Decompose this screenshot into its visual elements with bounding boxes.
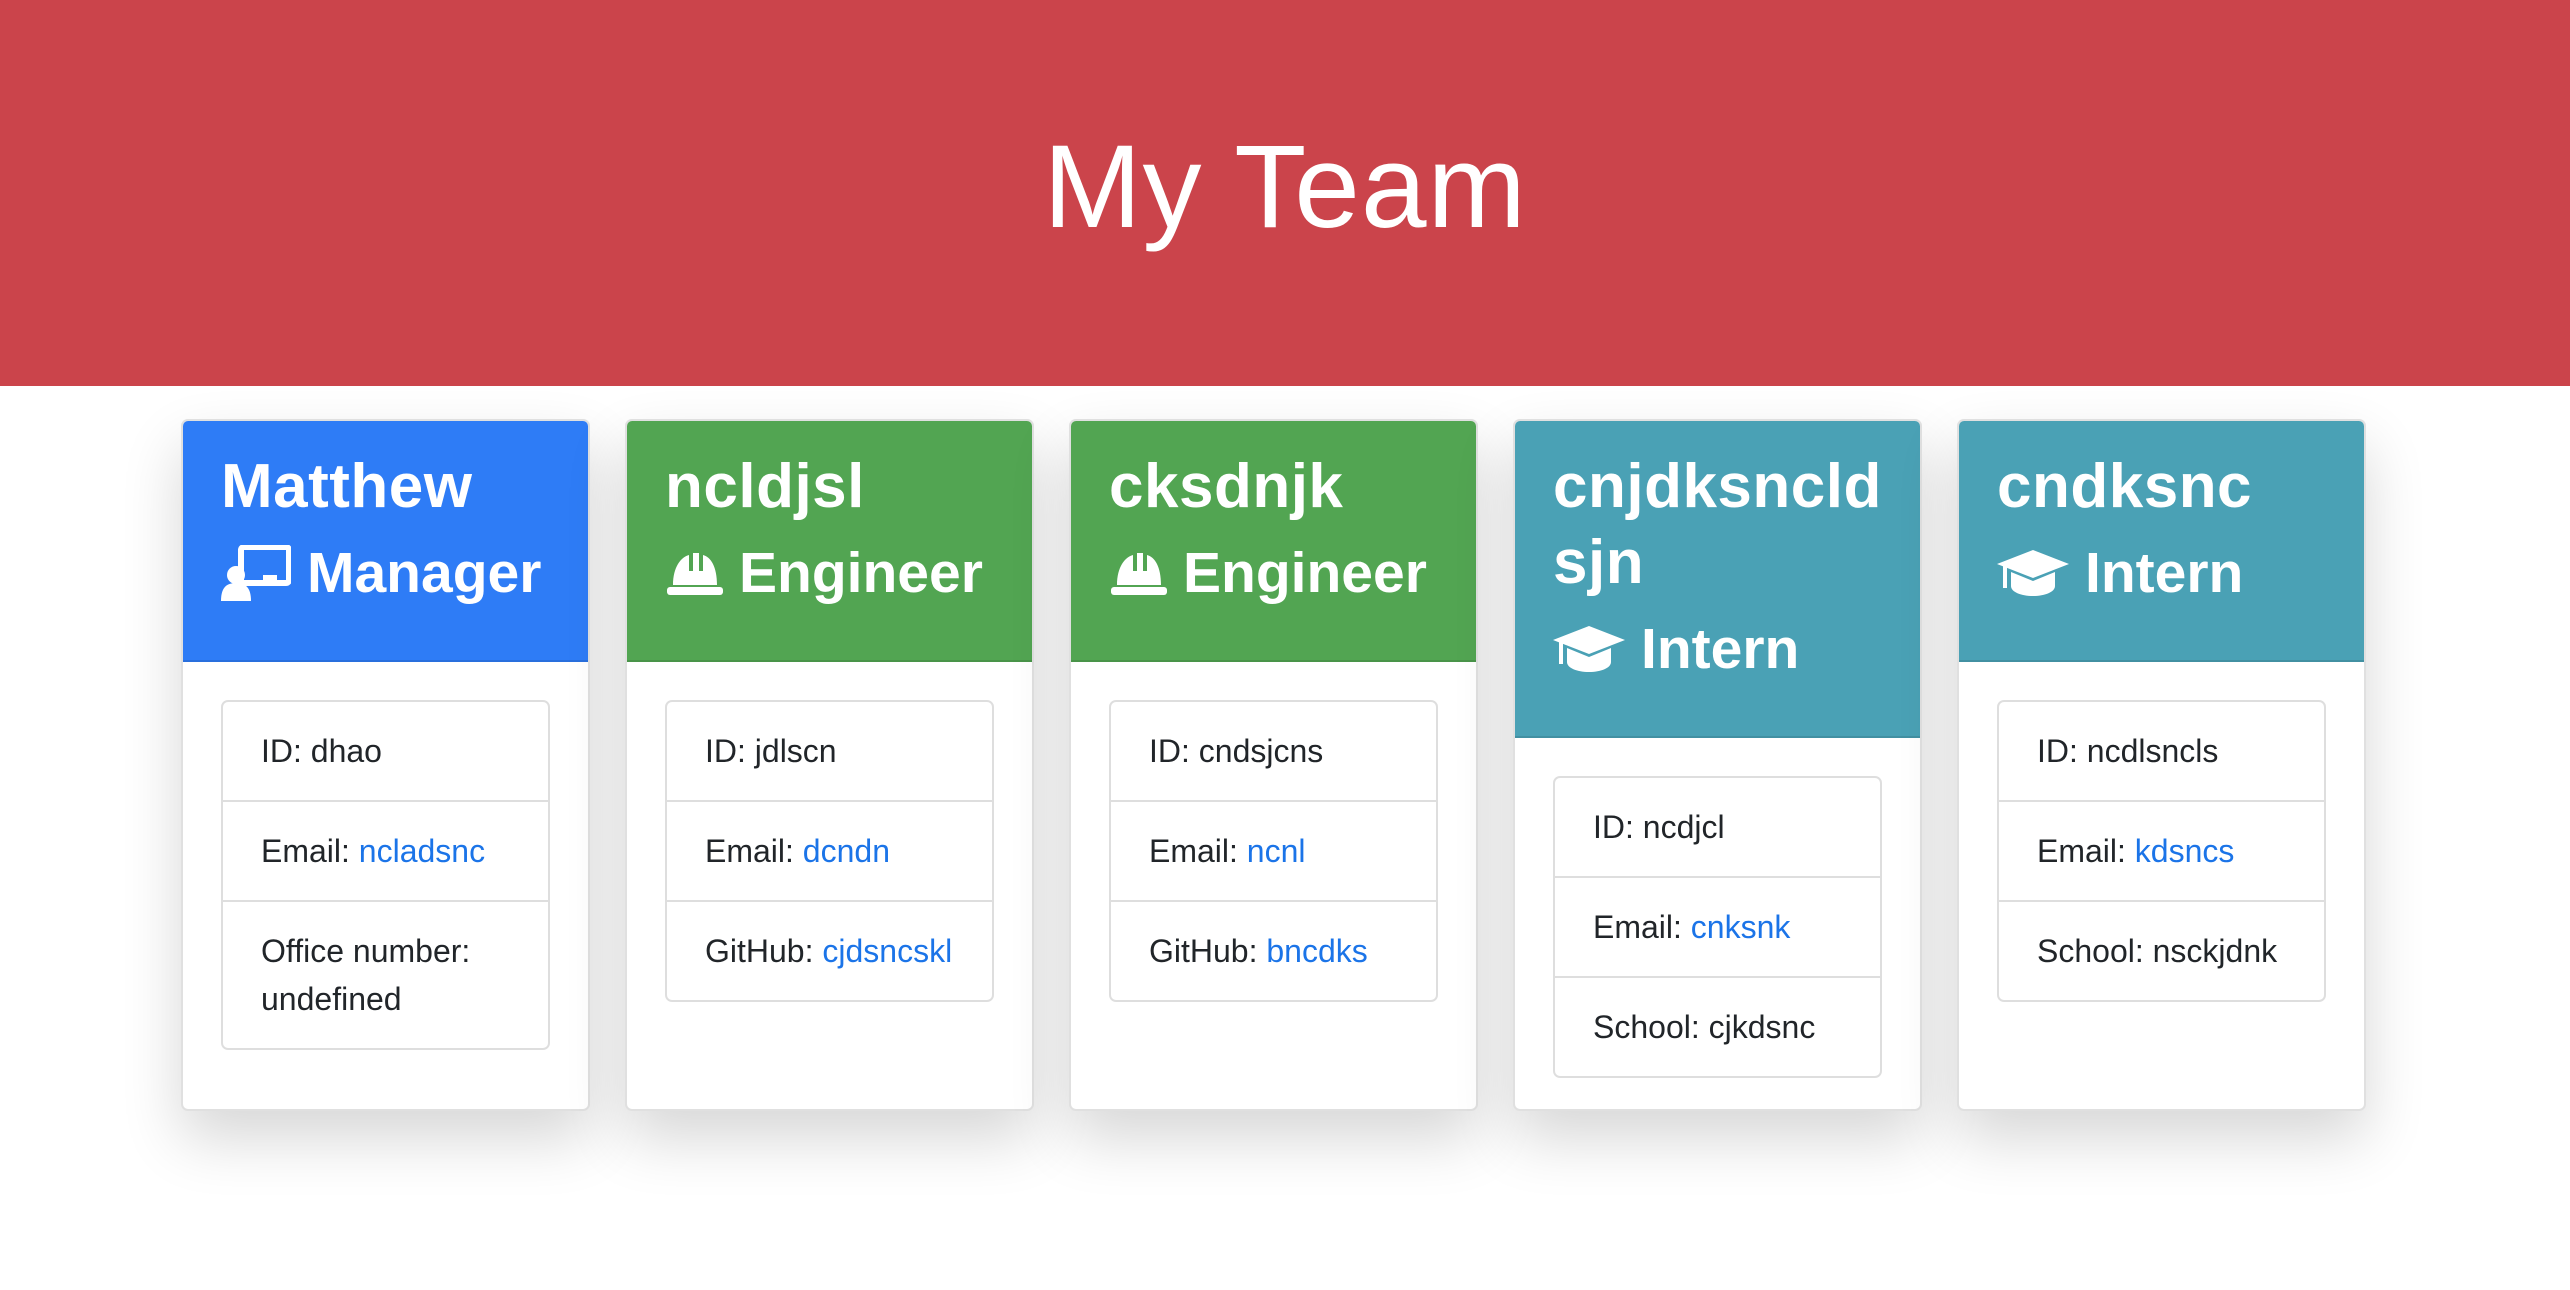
graduation-cap-icon [1553,626,1625,672]
github-label: GitHub: [705,933,823,969]
office-number-label: Office number: [261,933,471,969]
email-link[interactable]: ncnl [1247,833,1306,869]
email-label: Email: [1593,909,1691,945]
employee-role: Engineer [665,543,994,603]
card-header: cnjdksncldsjn Intern [1515,421,1920,738]
employee-email-row: Email: cnksnk [1555,878,1880,978]
employee-details: ID: ncdjcl Email: cnksnk School: cjkdsnc [1553,776,1882,1078]
employee-card-engineer: ncldjsl Engineer ID: jdlscn Email: dcndn… [625,419,1034,1111]
school-row: School: cjkdsnc [1555,978,1880,1076]
school-row: School: nsckjdnk [1999,902,2324,1000]
card-body: ID: jdlscn Email: dcndn GitHub: cjdsncsk… [627,662,1032,1040]
employee-role-label: Engineer [1183,541,1427,605]
employee-id-row: ID: ncdlsncls [1999,702,2324,802]
github-label: GitHub: [1149,933,1267,969]
github-row: GitHub: cjdsncskl [667,902,992,1000]
id-label: ID: [261,733,311,769]
employee-id: dhao [310,733,382,769]
team-cards: Matthew Manager ID: dhao Email: ncladsnc… [0,0,2570,1290]
card-body: ID: ncdjcl Email: cnksnk School: cjkdsnc [1515,738,1920,1109]
school-label: School: [2037,933,2153,969]
employee-card-engineer: cksdnjk Engineer ID: cndsjcns Email: ncn… [1069,419,1478,1111]
employee-id: cndsjcns [1198,733,1324,769]
employee-name: ncldjsl [665,452,865,521]
employee-id: ncdjcl [1642,809,1725,845]
employee-card-manager: Matthew Manager ID: dhao Email: ncladsnc… [181,419,590,1111]
employee-id-row: ID: cndsjcns [1111,702,1436,802]
employee-role-label: Intern [2085,541,2244,605]
employee-role: Manager [221,543,550,603]
employee-email-row: Email: ncladsnc [223,802,548,902]
card-header: Matthew Manager [183,421,588,662]
employee-role: Engineer [1109,543,1438,603]
github-row: GitHub: bncdks [1111,902,1436,1000]
employee-role: Intern [1553,619,1882,679]
employee-email-row: Email: ncnl [1111,802,1436,902]
employee-details: ID: cndsjcns Email: ncnl GitHub: bncdks [1109,700,1438,1002]
employee-id-row: ID: jdlscn [667,702,992,802]
email-link[interactable]: cnksnk [1691,909,1791,945]
card-header: cndksnc Intern [1959,421,2364,662]
email-label: Email: [705,833,803,869]
employee-email-row: Email: dcndn [667,802,992,902]
school-label: School: [1593,1009,1709,1045]
employee-details: ID: jdlscn Email: dcndn GitHub: cjdsncsk… [665,700,994,1002]
employee-role-label: Engineer [739,541,983,605]
office-number-row: Office number: undefined [223,902,548,1048]
id-label: ID: [2037,733,2087,769]
employee-details: ID: ncdlsncls Email: kdsncs School: nsck… [1997,700,2326,1002]
id-label: ID: [1593,809,1643,845]
email-label: Email: [1149,833,1247,869]
id-label: ID: [705,733,755,769]
employee-id: ncdlsncls [2086,733,2219,769]
github-link[interactable]: cjdsncskl [822,933,952,969]
school-name: cjkdsnc [1708,1009,1816,1045]
hard-hat-icon [667,553,723,595]
id-label: ID: [1149,733,1199,769]
school-name: nsckjdnk [2152,933,2278,969]
card-header: ncldjsl Engineer [627,421,1032,662]
office-number: undefined [261,981,402,1017]
card-body: ID: cndsjcns Email: ncnl GitHub: bncdks [1071,662,1476,1040]
employee-card-intern: cnjdksncldsjn Intern ID: ncdjcl Email: c… [1513,419,1922,1111]
employee-name: cnjdksncldsjn [1553,452,1882,597]
employee-role-label: Intern [1641,617,1800,681]
employee-details: ID: dhao Email: ncladsnc Office number: … [221,700,550,1050]
card-body: ID: ncdlsncls Email: kdsncs School: nsck… [1959,662,2364,1040]
hard-hat-icon [1111,553,1167,595]
employee-name: cksdnjk [1109,452,1344,521]
employee-name: cndksnc [1997,452,2253,521]
employee-card-intern: cndksnc Intern ID: ncdlsncls Email: kdsn… [1957,419,2366,1111]
employee-role: Intern [1997,543,2326,603]
employee-role-label: Manager [307,541,542,605]
card-header: cksdnjk Engineer [1071,421,1476,662]
employee-id: jdlscn [754,733,837,769]
graduation-cap-icon [1997,550,2069,596]
email-label: Email: [2037,833,2135,869]
email-link[interactable]: ncladsnc [359,833,485,869]
employee-id-row: ID: ncdjcl [1555,778,1880,878]
employee-name: Matthew [221,452,473,521]
email-label: Email: [261,833,359,869]
email-link[interactable]: dcndn [803,833,890,869]
manager-icon [221,545,291,601]
card-body: ID: dhao Email: ncladsnc Office number: … [183,662,588,1088]
employee-email-row: Email: kdsncs [1999,802,2324,902]
employee-id-row: ID: dhao [223,702,548,802]
email-link[interactable]: kdsncs [2135,833,2235,869]
github-link[interactable]: bncdks [1266,933,1367,969]
